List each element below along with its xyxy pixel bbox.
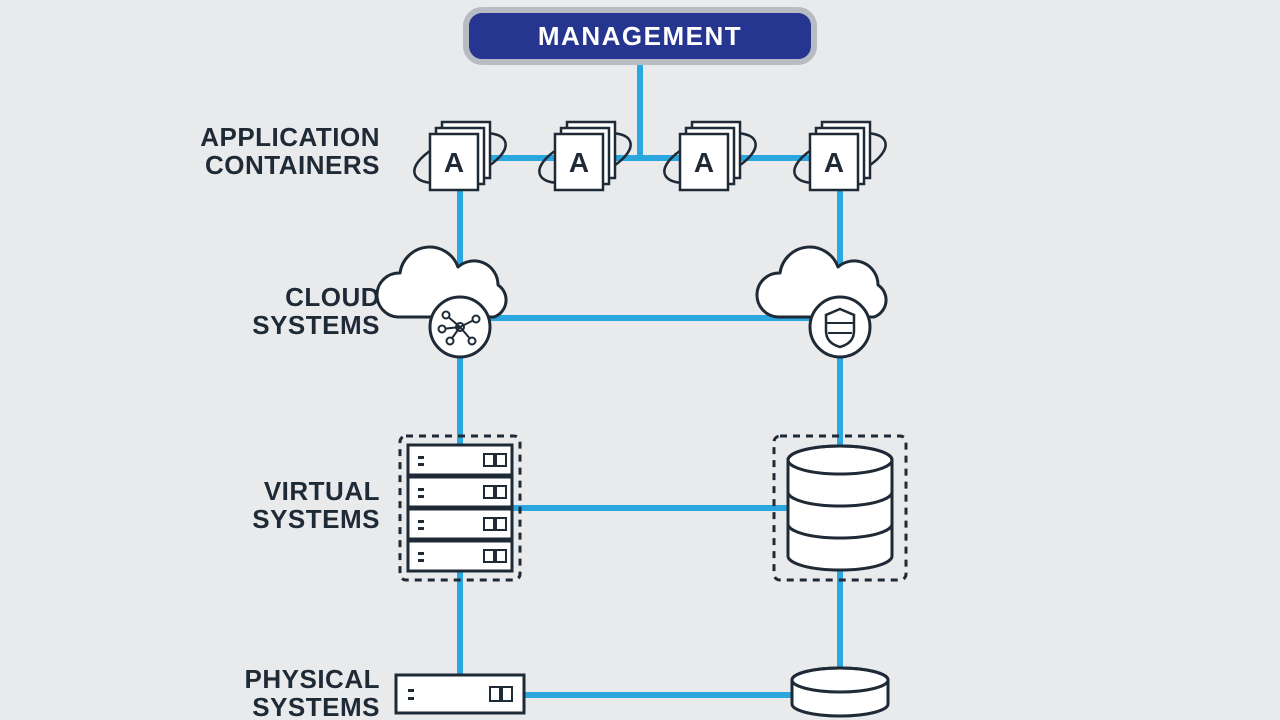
cloud-left: [377, 247, 506, 357]
connectors: [460, 62, 840, 695]
container-letter: A: [569, 147, 589, 178]
management-node: MANAGEMENT: [466, 10, 814, 62]
container-icon-4: A: [788, 122, 892, 193]
shield-icon: [810, 297, 870, 357]
label-physical-1: PHYSICAL: [245, 664, 380, 694]
container-letter: A: [444, 147, 464, 178]
label-cloud-2: SYSTEMS: [252, 310, 380, 340]
network-hub-icon: [430, 297, 490, 357]
virtual-server-icon: [400, 436, 520, 580]
label-containers-1: APPLICATION: [200, 122, 380, 152]
label-virtual-1: VIRTUAL: [264, 476, 380, 506]
label-cloud-1: CLOUD: [285, 282, 380, 312]
container-letter: A: [824, 147, 844, 178]
label-containers-2: CONTAINERS: [205, 150, 380, 180]
label-virtual-2: SYSTEMS: [252, 504, 380, 534]
virtual-database-icon: [774, 436, 906, 580]
architecture-diagram: MANAGEMENT APPLICATION CONTAINERS CLOUD …: [0, 0, 1280, 720]
row-labels: APPLICATION CONTAINERS CLOUD SYSTEMS VIR…: [200, 122, 380, 720]
cloud-right: [757, 247, 886, 357]
row-cloud: [377, 247, 886, 357]
management-label: MANAGEMENT: [538, 21, 742, 51]
physical-server-icon: [396, 675, 524, 713]
physical-disk-icon: [792, 668, 888, 716]
container-letter: A: [694, 147, 714, 178]
label-physical-2: SYSTEMS: [252, 692, 380, 720]
